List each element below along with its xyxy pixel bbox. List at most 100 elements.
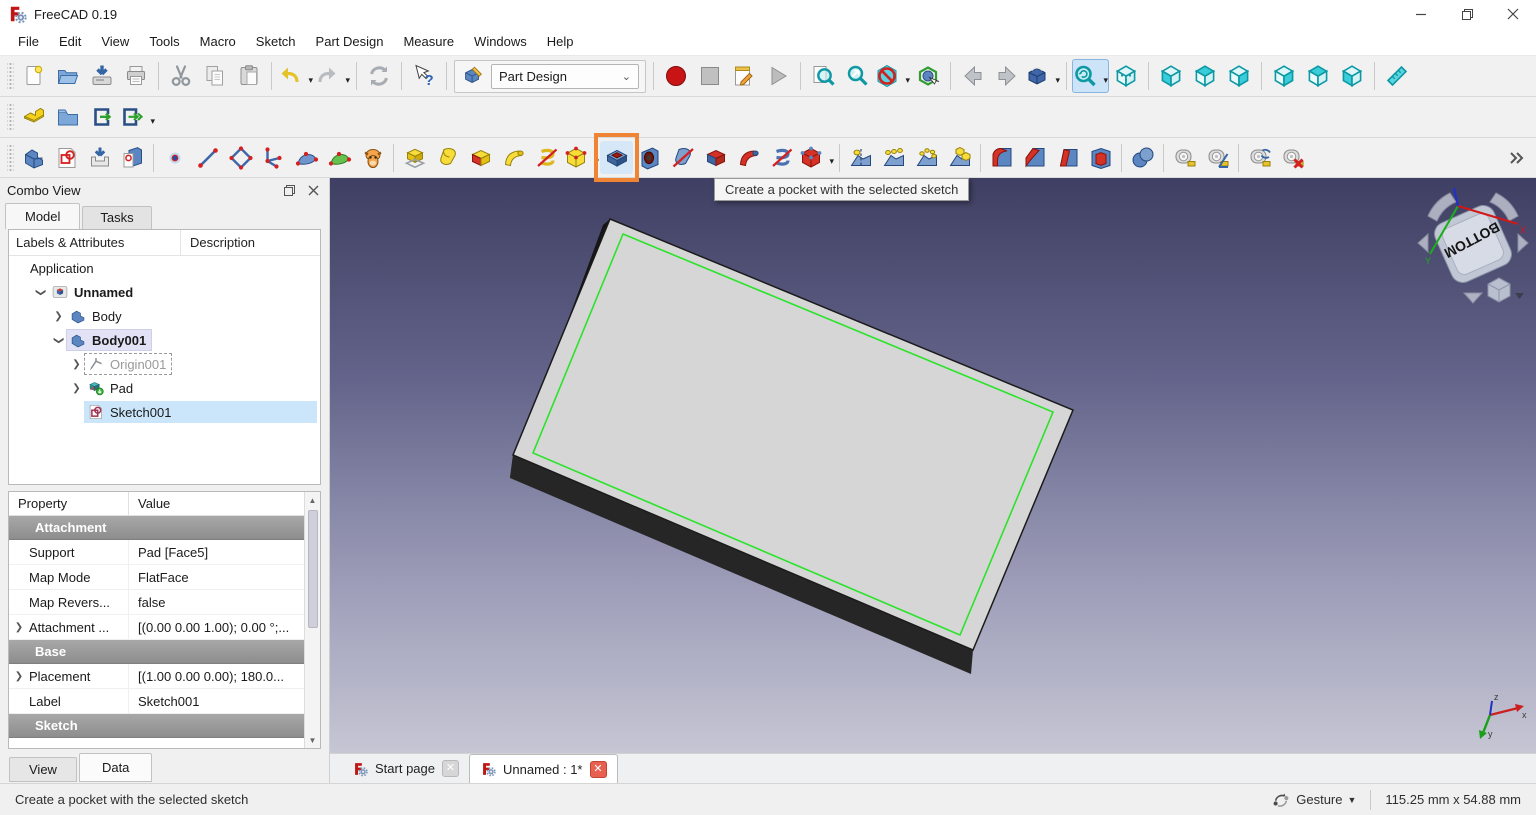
property-group-sketch[interactable]: Sketch: [9, 714, 304, 738]
tree-expander-icon[interactable]: ❯: [53, 333, 64, 348]
sketch-point-button[interactable]: [158, 141, 191, 174]
menu-sketch[interactable]: Sketch: [246, 30, 306, 53]
view-axonometric-button[interactable]: [1109, 59, 1143, 93]
copy-button[interactable]: [198, 59, 232, 93]
scroll-down-icon[interactable]: ▼: [305, 732, 320, 748]
measure-distance-button[interactable]: [1380, 59, 1414, 93]
tab-view[interactable]: View: [9, 757, 77, 782]
measure-angular-button[interactable]: [1201, 141, 1234, 174]
fit-all-button[interactable]: [806, 59, 840, 93]
tree-item-origin001[interactable]: Origin001: [84, 353, 173, 375]
print-button[interactable]: [119, 59, 153, 93]
restore-button[interactable]: [1444, 0, 1490, 28]
toolbar-grip-handle[interactable]: [7, 61, 14, 91]
3d-viewport[interactable]: Create a pocket with the selected sketch…: [330, 178, 1536, 753]
sketch-periodic-bspline-button[interactable]: [323, 141, 356, 174]
toolbar-grip-handle[interactable]: [7, 102, 14, 132]
create-part-button[interactable]: [17, 100, 51, 134]
menu-file[interactable]: File: [8, 30, 49, 53]
property-column-header[interactable]: Property: [9, 492, 129, 515]
additive-pipe-button[interactable]: [497, 141, 530, 174]
menu-tools[interactable]: Tools: [139, 30, 189, 53]
polar-pattern-button[interactable]: [910, 141, 943, 174]
tree-item-unnamed[interactable]: Unnamed: [48, 281, 139, 303]
attach-sketch-button[interactable]: [83, 141, 116, 174]
navigate-back-button[interactable]: [956, 59, 990, 93]
property-row-support[interactable]: Support Pad [Face5]: [9, 540, 304, 565]
sketch-carbon-copy-button[interactable]: [356, 141, 389, 174]
property-group-attachment[interactable]: Attachment: [9, 516, 304, 540]
view-right-button[interactable]: [1222, 59, 1256, 93]
tree-item-sketch001[interactable]: Sketch001: [84, 401, 317, 423]
groove-button[interactable]: [666, 141, 699, 174]
document-tab-unnamed-1[interactable]: Unnamed : 1* ✕: [469, 754, 618, 783]
additive-helix-button[interactable]: [530, 141, 563, 174]
property-row-map-mode[interactable]: Map Mode FlatFace: [9, 565, 304, 590]
nav-style-label[interactable]: Gesture: [1296, 792, 1342, 807]
menu-view[interactable]: View: [91, 30, 139, 53]
property-row-attachment[interactable]: ❯ Attachment ... [(0.00 0.00 1.00); 0.00 °…: [9, 615, 304, 640]
dock-float-icon[interactable]: [283, 184, 296, 197]
view-left-button[interactable]: [1335, 59, 1369, 93]
toolbar-expand-button[interactable]: [1499, 141, 1532, 174]
new-document-button[interactable]: [17, 59, 51, 93]
sketch-rectangle-button[interactable]: [224, 141, 257, 174]
view-front-button[interactable]: [1154, 59, 1188, 93]
view-rear-button[interactable]: [1267, 59, 1301, 93]
navigate-forward-button[interactable]: [990, 59, 1024, 93]
3d-model[interactable]: [330, 178, 1536, 753]
subtractive-primitive-button[interactable]: ▾: [798, 141, 835, 174]
tree-expander-icon[interactable]: ❯: [35, 285, 46, 300]
expand-arrow-icon[interactable]: ❯: [9, 671, 29, 682]
boolean-operation-button[interactable]: [1126, 141, 1159, 174]
tree-item-body[interactable]: Body: [66, 305, 128, 327]
tree-item-body001[interactable]: Body001: [66, 329, 153, 351]
property-row-map-revers[interactable]: Map Revers... false: [9, 590, 304, 615]
tree-expander-icon[interactable]: ❯: [69, 359, 84, 370]
pocket-button[interactable]: [594, 133, 639, 182]
paste-button[interactable]: [232, 59, 266, 93]
nav-style-caret-icon[interactable]: ▼: [1347, 795, 1356, 805]
sketch-bspline-button[interactable]: [290, 141, 323, 174]
close-tab-icon[interactable]: ✕: [442, 760, 459, 777]
tree-header-description[interactable]: Description: [181, 230, 255, 255]
tree-expander-icon[interactable]: ❯: [69, 383, 84, 394]
menu-windows[interactable]: Windows: [464, 30, 537, 53]
property-scrollbar[interactable]: ▲ ▼: [304, 492, 320, 748]
additive-primitive-button[interactable]: ▾: [563, 141, 600, 174]
redo-button[interactable]: ▾: [314, 59, 351, 93]
expand-arrow-icon[interactable]: ❯: [9, 622, 29, 633]
whats-this-button[interactable]: ?: [407, 59, 441, 93]
navigation-cube[interactable]: BOTTOM Y X: [1414, 180, 1532, 310]
tree-expander-icon[interactable]: ❯: [51, 311, 66, 322]
sync-camera-button[interactable]: ▾: [1072, 59, 1109, 93]
measure-linear-button[interactable]: [1168, 141, 1201, 174]
view-top-button[interactable]: [1188, 59, 1222, 93]
create-body-button[interactable]: [17, 141, 50, 174]
refresh-button[interactable]: [362, 59, 396, 93]
sketch-polyline-button[interactable]: [257, 141, 290, 174]
property-group-base[interactable]: Base: [9, 640, 304, 664]
subtractive-pipe-button[interactable]: [732, 141, 765, 174]
menu-help[interactable]: Help: [537, 30, 584, 53]
tab-data[interactable]: Data: [78, 753, 153, 782]
sync-view-button[interactable]: [911, 59, 945, 93]
macro-stop-button[interactable]: [693, 59, 727, 93]
subtractive-loft-button[interactable]: [699, 141, 732, 174]
tree-item-pad[interactable]: Pad: [84, 377, 139, 399]
document-tab-start-page[interactable]: Start page ✕: [342, 754, 469, 783]
cut-button[interactable]: [164, 59, 198, 93]
additive-loft-button[interactable]: [464, 141, 497, 174]
fillet-button[interactable]: [985, 141, 1018, 174]
menu-measure[interactable]: Measure: [393, 30, 464, 53]
open-document-button[interactable]: [51, 59, 85, 93]
map-sketch-to-face-button[interactable]: [116, 141, 149, 174]
close-button[interactable]: [1490, 0, 1536, 28]
workbench-selector[interactable]: Part Design ⌄: [491, 63, 639, 89]
macro-execute-button[interactable]: [761, 59, 795, 93]
revolution-button[interactable]: [431, 141, 464, 174]
toolbar-grip-handle[interactable]: [7, 142, 14, 173]
fit-selection-button[interactable]: [840, 59, 874, 93]
property-row-label[interactable]: Label Sketch001: [9, 689, 304, 714]
view-bottom-button[interactable]: [1301, 59, 1335, 93]
